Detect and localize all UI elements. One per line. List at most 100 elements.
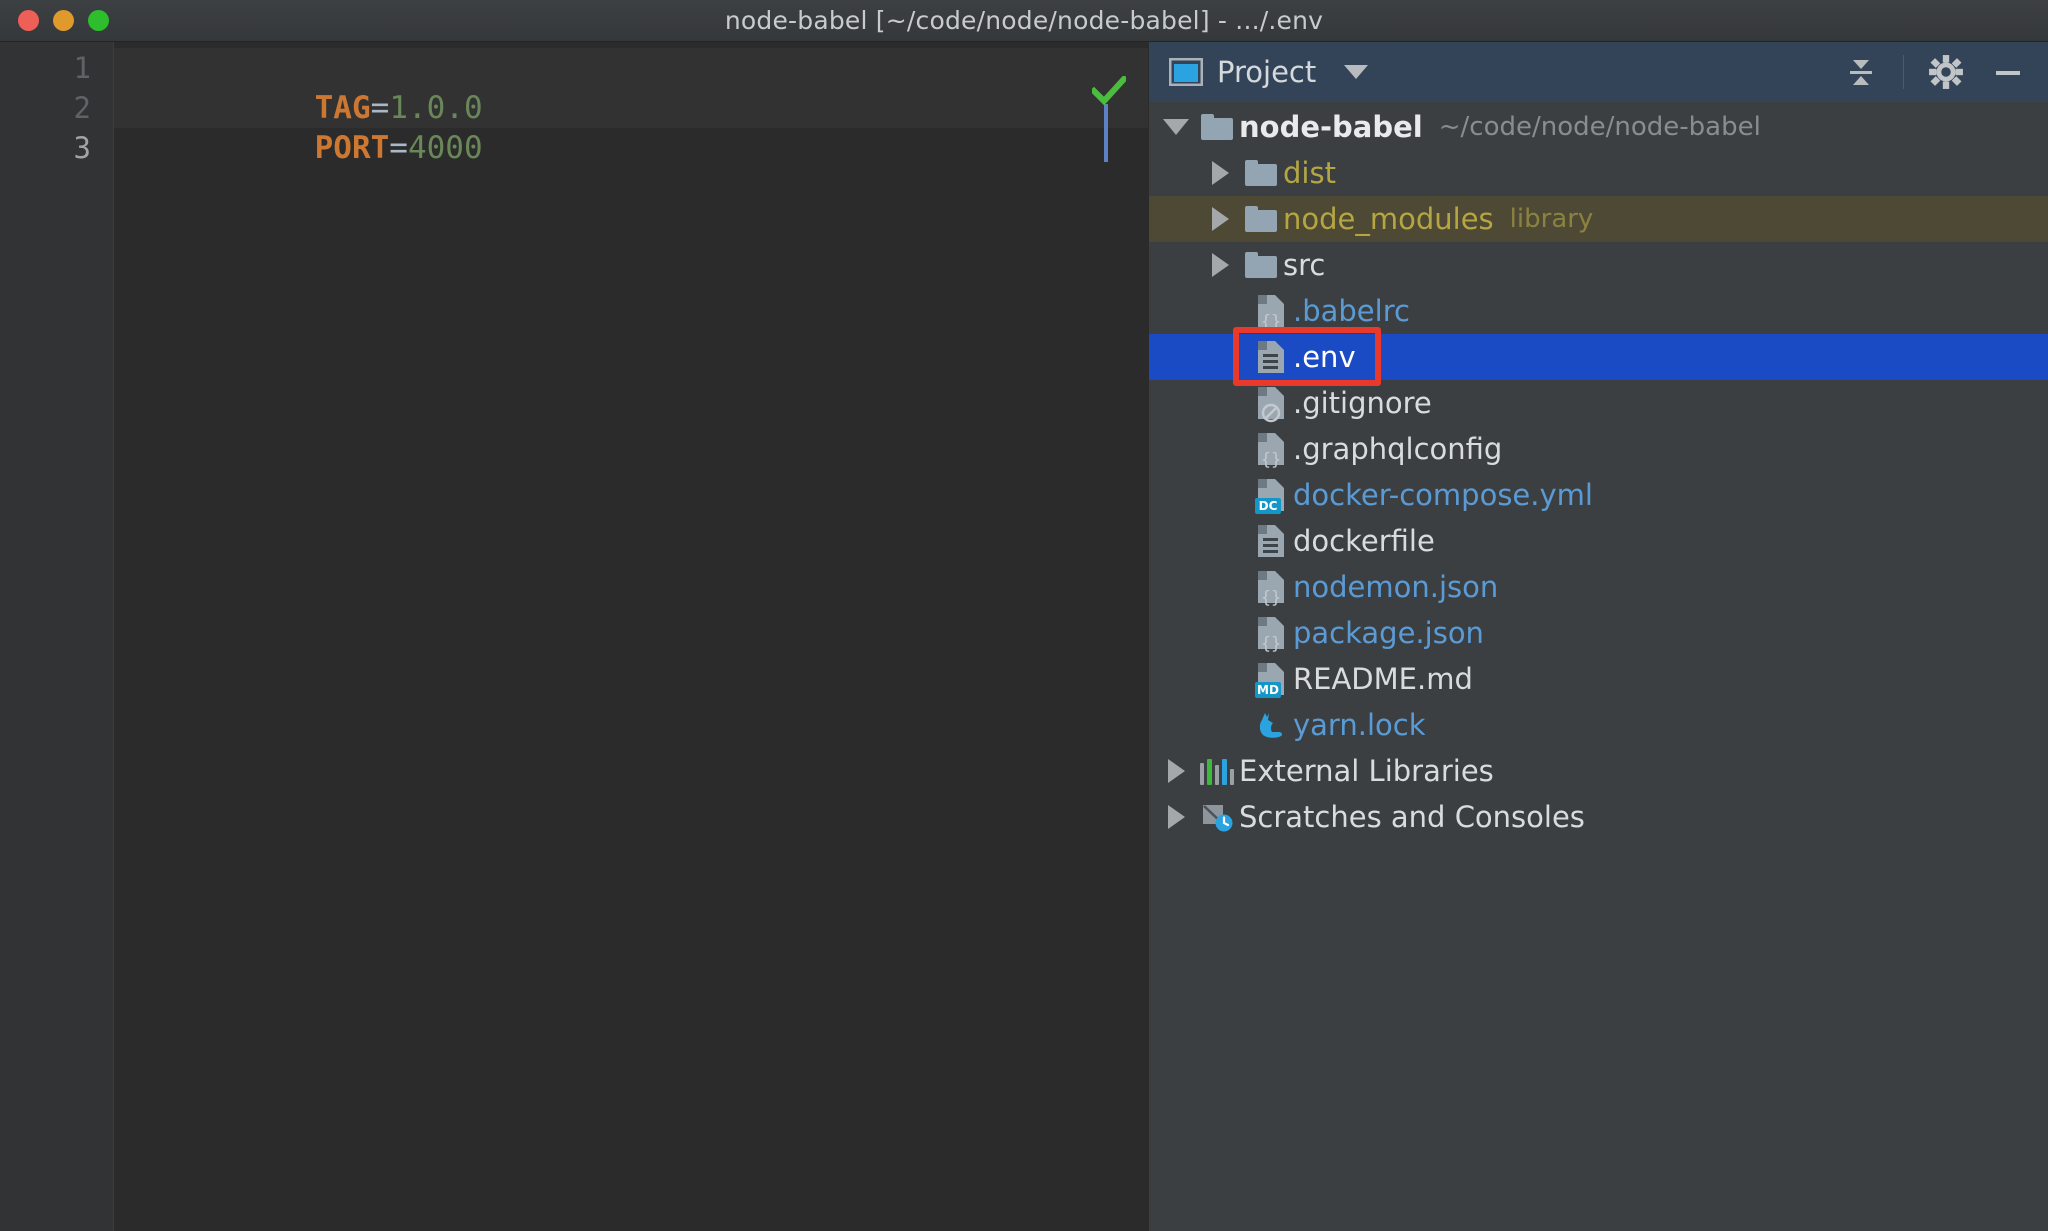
project-tool-window: Project node-babel ~/code/node/node-babe… — [1148, 42, 2048, 1231]
tree-item-meta: library — [1509, 204, 1594, 234]
hide-panel-button[interactable] — [1982, 50, 2034, 94]
expand-arrow-slot[interactable] — [1157, 759, 1195, 783]
tree-item-label: .gitignore — [1293, 386, 1432, 420]
tree-item-label: nodemon.json — [1293, 570, 1499, 604]
tree-row-yarn-lock[interactable]: yarn.lock — [1149, 702, 2048, 748]
collapse-all-button[interactable] — [1835, 50, 1887, 94]
project-panel-label: Project — [1217, 55, 1317, 89]
tree-item-label: src — [1283, 248, 1326, 282]
expand-arrow-slot[interactable] — [1157, 805, 1195, 829]
tree-row-scratches[interactable]: Scratches and Consoles — [1149, 794, 2048, 840]
editor-pane: 1 2 3 TAG=1.0.0 PORT=4000 — [0, 42, 1148, 1231]
tree-row-docker-compose[interactable]: DC docker-compose.yml — [1149, 472, 2048, 518]
file-icon-slot — [1249, 341, 1293, 373]
dc-badge: DC — [1255, 498, 1281, 514]
tree-row-external-libraries[interactable]: External Libraries — [1149, 748, 2048, 794]
folder-icon — [1245, 160, 1277, 186]
folder-icon-slot — [1195, 114, 1239, 140]
chevron-collapsed-icon — [1211, 253, 1229, 277]
ide-window: node-babel [~/code/node/node-babel] - ..… — [0, 0, 2048, 1231]
folder-icon — [1245, 252, 1277, 278]
file-icon-slot — [1249, 525, 1293, 557]
chevron-collapsed-icon — [1211, 207, 1229, 231]
svg-text:{}: {} — [1261, 450, 1281, 470]
line-number: 2 — [73, 91, 91, 125]
scratches-icon — [1203, 805, 1233, 832]
md-badge: MD — [1255, 682, 1281, 698]
chevron-collapsed-icon — [1167, 759, 1185, 783]
window-title: node-babel [~/code/node/node-babel] - ..… — [724, 6, 1324, 35]
tree-row-readme[interactable]: MD README.md — [1149, 656, 2048, 702]
expand-arrow-slot[interactable] — [1201, 253, 1239, 277]
svg-text:{}: {} — [1261, 312, 1281, 332]
file-text-icon — [1258, 525, 1284, 557]
tree-item-label: Scratches and Consoles — [1239, 800, 1585, 834]
editor-text-area[interactable]: TAG=1.0.0 PORT=4000 — [114, 42, 1148, 1231]
collapse-all-icon — [1850, 60, 1872, 85]
inspection-ok-icon[interactable] — [1089, 74, 1129, 106]
file-json-icon: {} — [1258, 617, 1284, 654]
code-line[interactable]: TAG=1.0.0 — [114, 48, 1148, 126]
file-icon-slot: {} — [1249, 617, 1293, 654]
folder-icon — [1245, 206, 1277, 232]
tree-item-label: docker-compose.yml — [1293, 478, 1593, 512]
tree-item-label: .env — [1293, 340, 1356, 374]
folder-icon — [1201, 114, 1233, 140]
project-tree[interactable]: node-babel ~/code/node/node-babel dist n… — [1149, 102, 2048, 1231]
tree-item-label: node-babel — [1239, 110, 1423, 144]
tree-item-label: node_modules — [1283, 202, 1494, 236]
zoom-button[interactable] — [88, 10, 109, 31]
chevron-collapsed-icon — [1167, 805, 1185, 829]
traffic-lights — [18, 10, 109, 31]
tree-row-src[interactable]: src — [1149, 242, 2048, 288]
line-number: 3 — [73, 131, 91, 165]
text-caret — [1104, 104, 1108, 162]
project-icon — [1168, 57, 1204, 87]
folder-icon-slot — [1239, 252, 1283, 278]
expand-arrow-slot[interactable] — [1201, 207, 1239, 231]
file-icon-slot: {} — [1249, 571, 1293, 608]
file-json-icon: {} — [1258, 295, 1284, 332]
file-icon-slot — [1249, 709, 1293, 741]
tree-row-node-modules[interactable]: node_modules library — [1149, 196, 2048, 242]
expand-arrow-slot[interactable] — [1157, 119, 1195, 135]
settings-button[interactable] — [1920, 50, 1972, 94]
file-icon-slot: MD — [1249, 663, 1293, 698]
tree-row-dist[interactable]: dist — [1149, 150, 2048, 196]
project-panel-header: Project — [1149, 42, 2048, 102]
tree-row-package-json[interactable]: {} package.json — [1149, 610, 2048, 656]
code-line[interactable] — [114, 128, 1148, 168]
file-icon-slot: {} — [1249, 433, 1293, 470]
tree-item-label: yarn.lock — [1293, 708, 1426, 742]
file-icon-slot — [1249, 387, 1293, 423]
window-body: 1 2 3 TAG=1.0.0 PORT=4000 Project node-b… — [0, 42, 2048, 1231]
svg-text:{}: {} — [1261, 588, 1281, 608]
tree-item-label: README.md — [1293, 662, 1473, 696]
file-text-icon — [1258, 341, 1284, 373]
yarn-cat-icon — [1259, 713, 1283, 738]
tree-row-node-babel[interactable]: node-babel ~/code/node/node-babel — [1149, 104, 2048, 150]
expand-arrow-slot[interactable] — [1201, 161, 1239, 185]
code-line[interactable]: PORT=4000 — [114, 88, 1148, 166]
close-button[interactable] — [18, 10, 39, 31]
folder-icon-slot — [1239, 206, 1283, 232]
tree-row-gitignore[interactable]: .gitignore — [1149, 380, 2048, 426]
file-md-icon: MD — [1255, 663, 1284, 698]
tree-row-dockerfile[interactable]: dockerfile — [1149, 518, 2048, 564]
tree-row-nodemon-json[interactable]: {} nodemon.json — [1149, 564, 2048, 610]
chevron-collapsed-icon — [1211, 161, 1229, 185]
file-icon-slot: DC — [1249, 479, 1293, 514]
tree-row-graphqlconfig[interactable]: {} .graphqlconfig — [1149, 426, 2048, 472]
tree-item-path: ~/code/node/node-babel — [1438, 112, 1761, 142]
chevron-expanded-icon — [1163, 119, 1189, 135]
gear-icon — [1929, 55, 1963, 89]
chevron-down-icon[interactable] — [1344, 65, 1369, 79]
tree-row-babelrc[interactable]: {} .babelrc — [1149, 288, 2048, 334]
external-libraries-icon-slot — [1195, 757, 1239, 785]
file-json-icon: {} — [1258, 571, 1284, 608]
editor-gutter[interactable]: 1 2 3 — [0, 42, 114, 1231]
minimize-button[interactable] — [53, 10, 74, 31]
tree-row-env[interactable]: .env — [1149, 327, 2048, 386]
project-title-group[interactable]: Project — [1168, 55, 1369, 89]
scratches-icon-slot — [1195, 802, 1239, 832]
